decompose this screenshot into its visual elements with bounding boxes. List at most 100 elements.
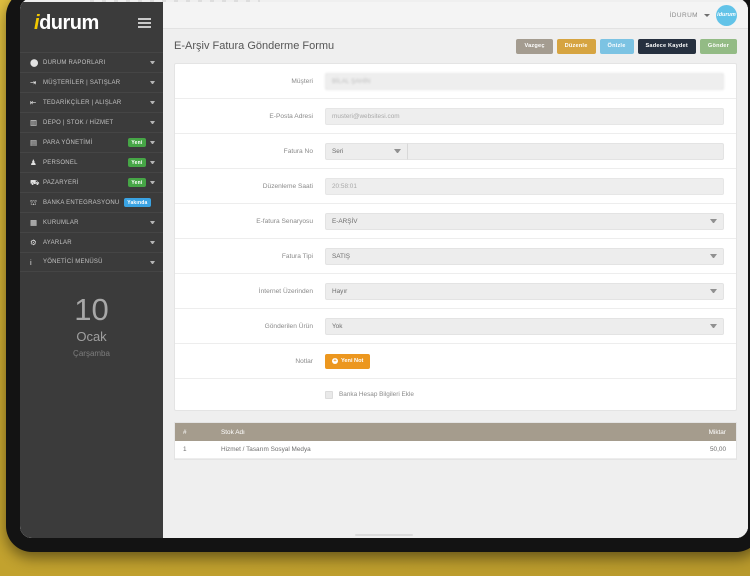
seri-select-value: Seri [332,147,344,155]
chevron-down-icon [150,241,155,244]
add-note-button-label: Yeni Not [341,358,364,364]
bank-info-checkbox[interactable] [325,390,333,399]
edit-button[interactable]: Düzenle [556,38,596,54]
issue-time-field[interactable]: 20:58:01 [325,177,724,195]
sidebar-item-label: KURUMLAR [43,219,79,226]
invoice-type-select[interactable]: SATIŞ [325,247,724,265]
invoice-form-card: Müşteri BİLAL ŞAHİN E-Posta Adresi muste… [174,63,737,411]
sidebar-item-musteriler-satislar[interactable]: ⇥ MÜŞTERİLER | SATIŞLAR [20,72,163,92]
table-header-row: # Stok Adı Miktar [175,423,736,441]
money-icon: ▤ [30,138,38,147]
form-row-internet-uzerinden: İnternet Üzerinden Hayır [175,274,736,309]
form-control: musteri@websitesi.com [325,107,724,125]
chevron-down-icon [150,121,155,124]
sidebar-date-panel: 10 Ocak Çarşamba [20,272,163,538]
form-label: Fatura No [283,147,313,155]
chevron-down-icon [150,181,155,184]
items-table: # Stok Adı Miktar 1 Hizmet / Tasarım Sos… [174,422,737,460]
sidebar-item-yonetici-menusu[interactable]: i YÖNETİCİ MENÜSÜ [20,252,163,272]
status-badge: Yeni [127,138,146,147]
sidebar-item-personel[interactable]: ♟ PERSONEL Yeni [20,152,163,172]
sidebar-item-kurumlar[interactable]: ▦ KURUMLAR [20,212,163,232]
sidebar-brand-row: idurum [20,2,163,44]
add-note-button[interactable]: + Yeni Not [325,353,371,369]
form-row-fatura-no: Fatura No Seri [175,134,736,169]
shipped-product-select[interactable]: Yok [325,317,724,335]
chevron-down-icon [710,254,717,258]
institution-icon: ▦ [30,218,38,227]
chevron-down-icon [710,219,717,223]
cancel-button[interactable]: Vazgeç [516,38,553,54]
chevron-down-icon[interactable] [704,13,710,17]
sidebar-item-label: MÜŞTERİLER | SATIŞLAR [43,79,121,86]
seri-select[interactable]: Seri [325,142,407,160]
chevron-down-icon [150,101,155,104]
status-badge: Yeni [127,158,146,167]
gear-icon: ⚙ [30,238,37,247]
scenario-select-value: E-ARŞİV [332,217,358,225]
sidebar-nav: ⬤ DURUM RAPORLARI ⇥ MÜŞTERİLER | SATIŞLA… [20,52,163,272]
send-button[interactable]: Gönder [699,38,737,54]
bank-info-checkbox-row: Banka Hesap Bilgileri Ekle [175,379,736,410]
logo-text: durum [39,11,99,34]
save-only-button[interactable]: Sadece Kaydet [637,38,696,54]
sidebar-item-pazaryeri[interactable]: ⛟ PAZARYERİ Yeni [20,172,163,192]
logout-arrow-icon: ⇤ [30,98,37,107]
warehouse-icon: ▥ [30,118,38,127]
form-label: Fatura Tipi [281,252,313,260]
invoice-number-input[interactable] [407,142,724,160]
column-header-index: # [183,428,187,436]
form-label: Gönderilen Ürün [264,322,313,330]
tablet-bezel: idurum ⬤ DURUM RAPORLARI ⇥ MÜŞTERİLER | … [6,0,750,552]
shipped-product-select-value: Yok [332,322,343,330]
top-bar: İDURUM idurum [163,2,748,29]
internet-sale-select[interactable]: Hayır [325,282,724,300]
bank-info-checkbox-label: Banka Hesap Bilgileri Ekle [339,391,414,398]
scenario-select[interactable]: E-ARŞİV [325,212,724,230]
sidebar-item-label: PERSONEL [43,159,78,166]
app-logo[interactable]: idurum [34,12,99,35]
sidebar-item-label: YÖNETİCİ MENÜSÜ [43,259,103,265]
email-field[interactable]: musteri@websitesi.com [325,107,724,125]
form-control: SATIŞ [325,247,724,265]
form-control: 20:58:01 [325,177,724,195]
cell-qty: 50,00 [710,446,726,453]
sidebar-item-durum-raporlari[interactable]: ⬤ DURUM RAPORLARI [20,52,163,72]
avatar[interactable]: idurum [716,4,737,26]
action-button-row: Vazgeç Düzenle Önizle Sadece Kaydet Gönd… [516,38,737,54]
page-header: E-Arşiv Fatura Gönderme Formu Vazgeç Düz… [163,29,748,63]
plus-icon: + [332,358,338,364]
invoice-type-select-value: SATIŞ [332,252,350,260]
tablet-screen: idurum ⬤ DURUM RAPORLARI ⇥ MÜŞTERİLER | … [20,0,748,538]
form-row-efatura-senaryosu: E-fatura Senaryosu E-ARŞİV [175,204,736,239]
sidebar-item-ayarlar[interactable]: ⚙ AYARLAR [20,232,163,252]
sidebar-item-para-yonetimi[interactable]: ▤ PARA YÖNETİMİ Yeni [20,132,163,152]
sidebar-item-depo-stok-hizmet[interactable]: ▥ DEPO | STOK / HİZMET [20,112,163,132]
date-day: 10 [74,292,109,327]
form-label: Müşteri [291,77,313,85]
form-row-eposta: E-Posta Adresi musteri@websitesi.com [175,99,736,134]
pie-chart-icon: ⬤ [30,58,39,67]
status-badge: Yeni [127,178,146,187]
customer-field[interactable]: BİLAL ŞAHİN [325,72,724,90]
sidebar-item-label: TEDARİKÇİLER | ALIŞLAR [43,99,122,106]
sidebar-item-banka-entegrasyonu[interactable]: ⛫ BANKA ENTEGRASYONU Yakında [20,192,163,212]
sidebar-item-label: DEPO | STOK / HİZMET [43,119,114,126]
login-arrow-icon: ⇥ [30,78,37,87]
sidebar-item-label: PARA YÖNETİMİ [43,139,93,146]
sidebar-item-tedarikciler-alislar[interactable]: ⇤ TEDARİKÇİLER | ALIŞLAR [20,92,163,112]
form-label: İnternet Üzerinden [258,287,313,295]
people-icon: ♟ [30,158,37,167]
form-control: BİLAL ŞAHİN [325,72,724,90]
form-row-duzenleme-saati: Düzenleme Saati 20:58:01 [175,169,736,204]
table-row[interactable]: 1 Hizmet / Tasarım Sosyal Medya 50,00 [175,441,736,459]
date-month: Ocak [76,329,107,344]
column-header-name: Stok Adı [221,428,245,436]
form-row-gonderilen-urun: Gönderilen Ürün Yok [175,309,736,344]
hamburger-icon[interactable] [138,17,151,29]
preview-button[interactable]: Önizle [599,38,634,54]
content-filler [163,460,748,538]
sidebar-item-label: BANKA ENTEGRASYONU [43,199,120,206]
chevron-down-icon [150,221,155,224]
date-weekday: Çarşamba [73,349,110,358]
